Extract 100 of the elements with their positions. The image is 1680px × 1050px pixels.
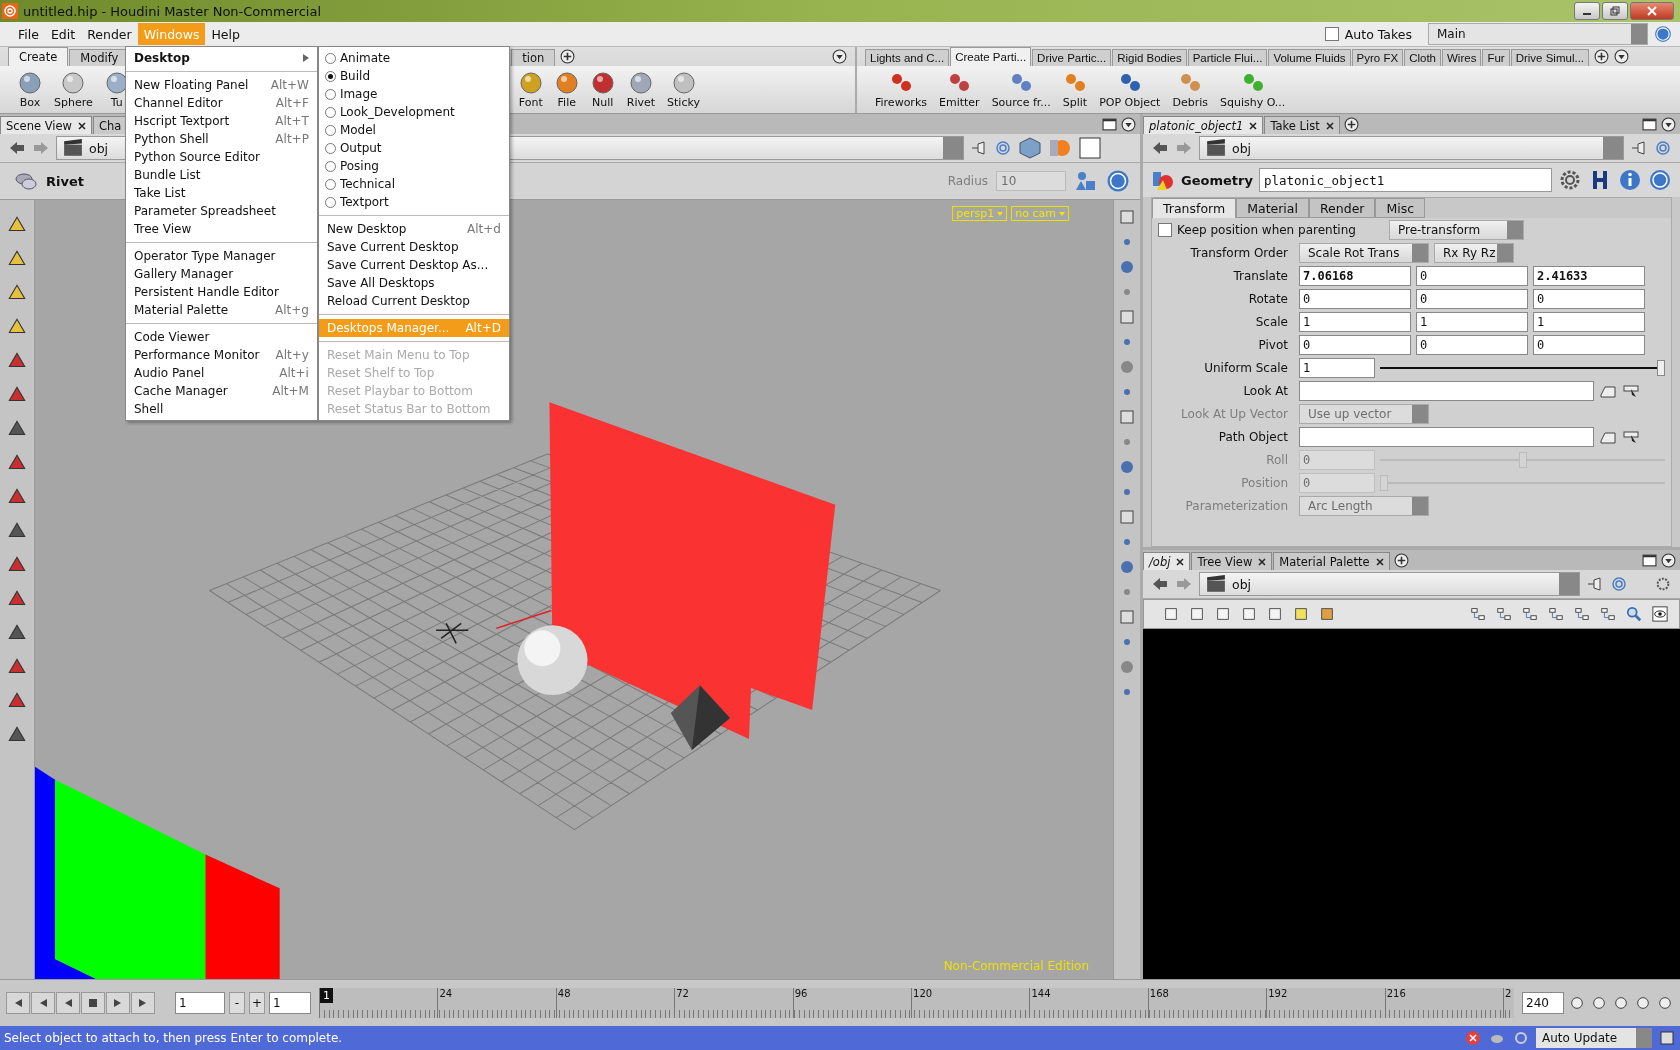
menu-entry[interactable]: Shell bbox=[126, 400, 317, 418]
radio-button[interactable] bbox=[324, 160, 336, 172]
back-arrow-icon[interactable] bbox=[8, 140, 26, 156]
radio-button[interactable] bbox=[324, 106, 336, 118]
parameter-tab[interactable]: Render bbox=[1308, 198, 1376, 218]
tool-icon[interactable] bbox=[1656, 995, 1674, 1011]
shelf-tab[interactable]: Cloth bbox=[1404, 49, 1441, 66]
shelf-tool[interactable]: Rivet bbox=[620, 66, 662, 113]
close-button[interactable] bbox=[1630, 2, 1674, 20]
checkbox[interactable] bbox=[1158, 222, 1172, 237]
path-field[interactable]: obj bbox=[1199, 572, 1580, 596]
menu-entry[interactable]: Posing bbox=[339, 159, 501, 173]
layout-icon[interactable] bbox=[1521, 606, 1539, 622]
layout-icon[interactable] bbox=[1573, 606, 1591, 622]
playback-button[interactable] bbox=[31, 992, 55, 1014]
radio-button[interactable] bbox=[324, 142, 336, 154]
radio-button[interactable] bbox=[324, 124, 336, 136]
step-button[interactable]: + bbox=[249, 992, 265, 1014]
close-icon[interactable] bbox=[1375, 557, 1384, 566]
pin-icon[interactable] bbox=[970, 140, 988, 156]
menu-entry[interactable]: Gallery Manager bbox=[126, 265, 317, 283]
search-icon[interactable] bbox=[1625, 606, 1643, 622]
pane-tab[interactable]: Tree View bbox=[1191, 552, 1273, 570]
menu-entry[interactable]: Model bbox=[339, 123, 501, 137]
tool-icon[interactable] bbox=[1188, 606, 1206, 622]
dropdown-icon[interactable] bbox=[1661, 116, 1676, 132]
playback-button[interactable] bbox=[131, 992, 155, 1014]
dropdown[interactable]: Rx Ry Rz bbox=[1434, 242, 1514, 263]
pick-icon[interactable] bbox=[1622, 428, 1640, 445]
menu-entry[interactable]: Technical bbox=[339, 177, 501, 191]
dropdown[interactable]: Scale Rot Trans bbox=[1299, 242, 1429, 263]
maximize-icon[interactable] bbox=[1642, 116, 1657, 132]
tool-icon[interactable] bbox=[1590, 995, 1608, 1011]
slider-handle[interactable] bbox=[1657, 359, 1665, 376]
maximize-icon[interactable] bbox=[1102, 116, 1117, 132]
menu-entry[interactable]: Bundle List bbox=[126, 166, 317, 184]
shelf-tool[interactable]: Sphere bbox=[48, 66, 99, 113]
menu-item[interactable]: Help bbox=[205, 23, 246, 45]
radio-button[interactable] bbox=[324, 52, 336, 64]
menu-item[interactable]: File bbox=[12, 23, 45, 45]
shelf-tool[interactable]: Box bbox=[12, 66, 48, 113]
add-tab-icon[interactable] bbox=[1343, 116, 1359, 132]
back-arrow-icon[interactable] bbox=[1151, 140, 1169, 156]
pane-tab[interactable]: Take List bbox=[1264, 116, 1340, 134]
pane-tab[interactable]: Cha bbox=[93, 116, 128, 134]
playback-button[interactable] bbox=[81, 992, 105, 1014]
eye-icon[interactable] bbox=[1651, 606, 1669, 622]
close-icon[interactable] bbox=[1325, 121, 1334, 130]
layout-icon[interactable] bbox=[1469, 606, 1487, 622]
shelf-tab[interactable]: tion bbox=[511, 49, 556, 66]
menu-entry[interactable]: Performance Monitor Alt+y bbox=[126, 346, 317, 364]
checkbox[interactable] bbox=[1324, 27, 1339, 41]
number-field[interactable]: 7.06168 bbox=[1299, 265, 1411, 286]
spiral-icon[interactable] bbox=[1610, 576, 1628, 592]
menu-entry[interactable]: Persistent Handle Editor bbox=[126, 283, 317, 301]
menu-entry[interactable]: Save Current Desktop As... bbox=[318, 256, 509, 274]
shelf-tool[interactable]: Sticky bbox=[661, 66, 706, 113]
radio-button[interactable] bbox=[324, 70, 336, 82]
dropdown-icon[interactable] bbox=[1614, 49, 1630, 64]
current-frame-marker[interactable]: 1 bbox=[320, 988, 333, 1003]
shelf-tool[interactable]: POP Object bbox=[1093, 66, 1167, 113]
menu-item[interactable]: Render bbox=[81, 23, 138, 45]
minimize-button[interactable] bbox=[1574, 2, 1600, 20]
tool-icon[interactable] bbox=[1658, 1030, 1676, 1046]
path-input-field[interactable] bbox=[1299, 380, 1594, 401]
radio-button[interactable] bbox=[324, 88, 336, 100]
playback-button[interactable] bbox=[56, 992, 80, 1014]
shelf-tab[interactable]: Wires bbox=[1442, 49, 1482, 66]
tool-icon[interactable] bbox=[1568, 995, 1586, 1011]
step-button[interactable]: - bbox=[229, 992, 245, 1014]
menu-entry[interactable]: Build bbox=[339, 69, 501, 83]
update-mode-dropdown[interactable]: Auto Update bbox=[1536, 1028, 1652, 1048]
number-field[interactable]: 1 bbox=[1299, 311, 1411, 332]
shelf-tool[interactable]: Font bbox=[512, 66, 549, 113]
step-field[interactable]: 1 bbox=[269, 992, 311, 1014]
parameter-tab[interactable]: Misc bbox=[1375, 198, 1426, 218]
shelf-tool[interactable]: Null bbox=[584, 66, 621, 113]
tool-icon[interactable] bbox=[1162, 606, 1180, 622]
add-tab-icon[interactable] bbox=[1393, 552, 1409, 568]
cube-icon[interactable] bbox=[1018, 136, 1042, 160]
add-tab-icon[interactable] bbox=[1594, 49, 1610, 64]
menu-entry[interactable]: Hscript Textport Alt+T bbox=[126, 112, 317, 130]
shelf-tab[interactable]: Lights and C... bbox=[865, 49, 950, 66]
shelf-tab[interactable]: Particle Flui... bbox=[1187, 49, 1268, 66]
shelf-tool[interactable]: Emitter bbox=[933, 66, 986, 113]
tool-icon[interactable] bbox=[1240, 606, 1258, 622]
close-icon[interactable] bbox=[1258, 557, 1267, 566]
menu-entry[interactable]: Parameter Spreadsheet bbox=[126, 202, 317, 220]
timeline-ruler[interactable]: 1 24 48 72 96 120 144 168 192 216 2 bbox=[319, 988, 1514, 1018]
stop-icon[interactable] bbox=[1464, 1030, 1482, 1046]
node-name-field[interactable]: platonic_object1 bbox=[1258, 168, 1552, 192]
info-icon[interactable] bbox=[1618, 168, 1642, 192]
shelf-tool[interactable]: File bbox=[548, 66, 585, 113]
shelf-tab[interactable]: Drive Partic... bbox=[1032, 49, 1112, 66]
number-field[interactable]: 0 bbox=[1416, 265, 1528, 286]
playback-button[interactable] bbox=[106, 992, 130, 1014]
close-icon[interactable] bbox=[78, 121, 86, 130]
number-field[interactable]: 0 bbox=[1299, 334, 1411, 355]
tool-icon[interactable] bbox=[1266, 606, 1284, 622]
number-field[interactable]: 0 bbox=[1533, 288, 1645, 309]
